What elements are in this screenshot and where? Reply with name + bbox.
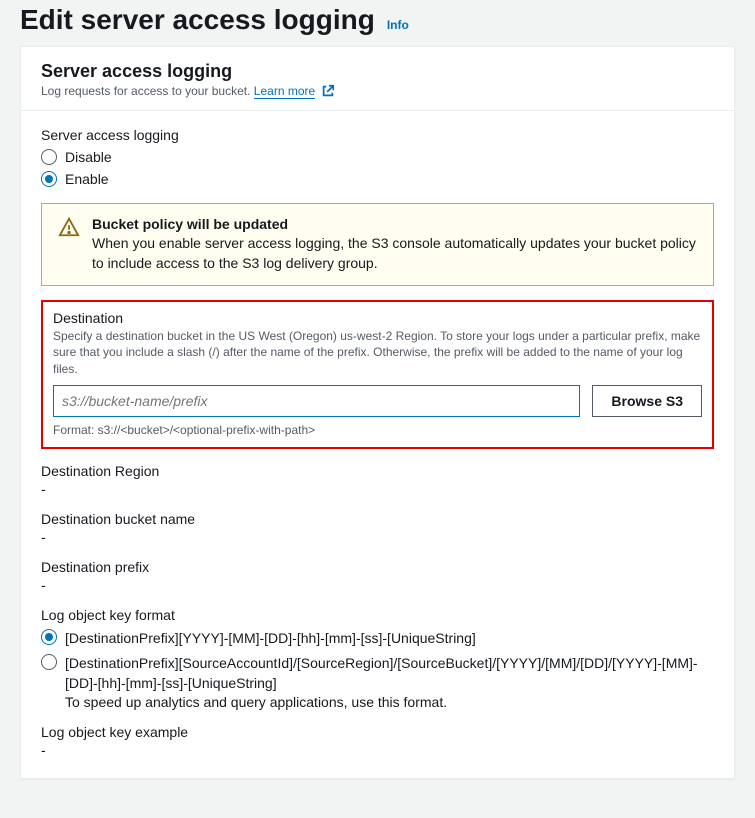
panel-subtitle-text: Log requests for access to your bucket. bbox=[41, 84, 250, 98]
page-title: Edit server access logging bbox=[20, 4, 375, 36]
settings-panel: Server access logging Log requests for a… bbox=[20, 46, 735, 779]
destination-desc: Specify a destination bucket in the US W… bbox=[53, 328, 702, 377]
panel-title: Server access logging bbox=[41, 61, 714, 82]
panel-body: Server access logging Disable Enable bbox=[21, 111, 734, 778]
destination-bucket-block: Destination bucket name - bbox=[41, 511, 714, 545]
key-format-opt2-label: [DestinationPrefix][SourceAccountId]/[So… bbox=[65, 654, 714, 693]
key-format-radio-1[interactable] bbox=[41, 629, 57, 645]
key-example-block: Log object key example - bbox=[41, 724, 714, 758]
policy-update-alert: Bucket policy will be updated When you e… bbox=[41, 203, 714, 286]
logging-disable-label: Disable bbox=[65, 149, 112, 165]
panel-header: Server access logging Log requests for a… bbox=[21, 47, 734, 111]
destination-format-hint: Format: s3://<bucket>/<optional-prefix-w… bbox=[53, 423, 702, 437]
logging-enable-option[interactable]: Enable bbox=[41, 171, 714, 187]
alert-title: Bucket policy will be updated bbox=[92, 216, 697, 232]
key-format-label: Log object key format bbox=[41, 607, 714, 623]
alert-content: Bucket policy will be updated When you e… bbox=[92, 216, 697, 273]
key-format-option-1[interactable]: [DestinationPrefix][YYYY]-[MM]-[DD]-[hh]… bbox=[41, 629, 714, 649]
key-format-radio-2[interactable] bbox=[41, 654, 57, 670]
key-format-option-2[interactable]: [DestinationPrefix][SourceAccountId]/[So… bbox=[41, 654, 714, 709]
logging-toggle-label: Server access logging bbox=[41, 127, 714, 143]
destination-section: Destination Specify a destination bucket… bbox=[41, 300, 714, 449]
destination-input-row: Browse S3 bbox=[53, 385, 702, 417]
destination-prefix-value: - bbox=[41, 577, 714, 593]
destination-title: Destination bbox=[53, 310, 702, 326]
key-format-opt2-hint: To speed up analytics and query applicat… bbox=[65, 694, 714, 710]
key-format-opt1-label: [DestinationPrefix][YYYY]-[MM]-[DD]-[hh]… bbox=[65, 629, 714, 649]
key-example-value: - bbox=[41, 742, 714, 758]
destination-region-value: - bbox=[41, 481, 714, 497]
logging-disable-option[interactable]: Disable bbox=[41, 149, 714, 165]
page-root: Edit server access logging Info Server a… bbox=[0, 0, 755, 779]
destination-prefix-block: Destination prefix - bbox=[41, 559, 714, 593]
key-example-label: Log object key example bbox=[41, 724, 714, 740]
page-header: Edit server access logging Info bbox=[0, 0, 755, 46]
logging-toggle-group: Server access logging Disable Enable bbox=[41, 127, 714, 187]
destination-region-block: Destination Region - bbox=[41, 463, 714, 497]
browse-s3-button[interactable]: Browse S3 bbox=[592, 385, 702, 417]
external-link-icon bbox=[321, 84, 335, 98]
destination-bucket-label: Destination bucket name bbox=[41, 511, 714, 527]
warning-icon bbox=[58, 216, 80, 273]
destination-prefix-label: Destination prefix bbox=[41, 559, 714, 575]
logging-enable-label: Enable bbox=[65, 171, 109, 187]
info-link[interactable]: Info bbox=[387, 18, 409, 32]
key-format-group: Log object key format [DestinationPrefix… bbox=[41, 607, 714, 710]
destination-input[interactable] bbox=[53, 385, 580, 417]
learn-more-link[interactable]: Learn more bbox=[254, 84, 315, 99]
destination-bucket-value: - bbox=[41, 529, 714, 545]
logging-disable-radio[interactable] bbox=[41, 149, 57, 165]
alert-text: When you enable server access logging, t… bbox=[92, 234, 697, 273]
destination-region-label: Destination Region bbox=[41, 463, 714, 479]
panel-subtitle: Log requests for access to your bucket. … bbox=[41, 84, 714, 98]
logging-enable-radio[interactable] bbox=[41, 171, 57, 187]
